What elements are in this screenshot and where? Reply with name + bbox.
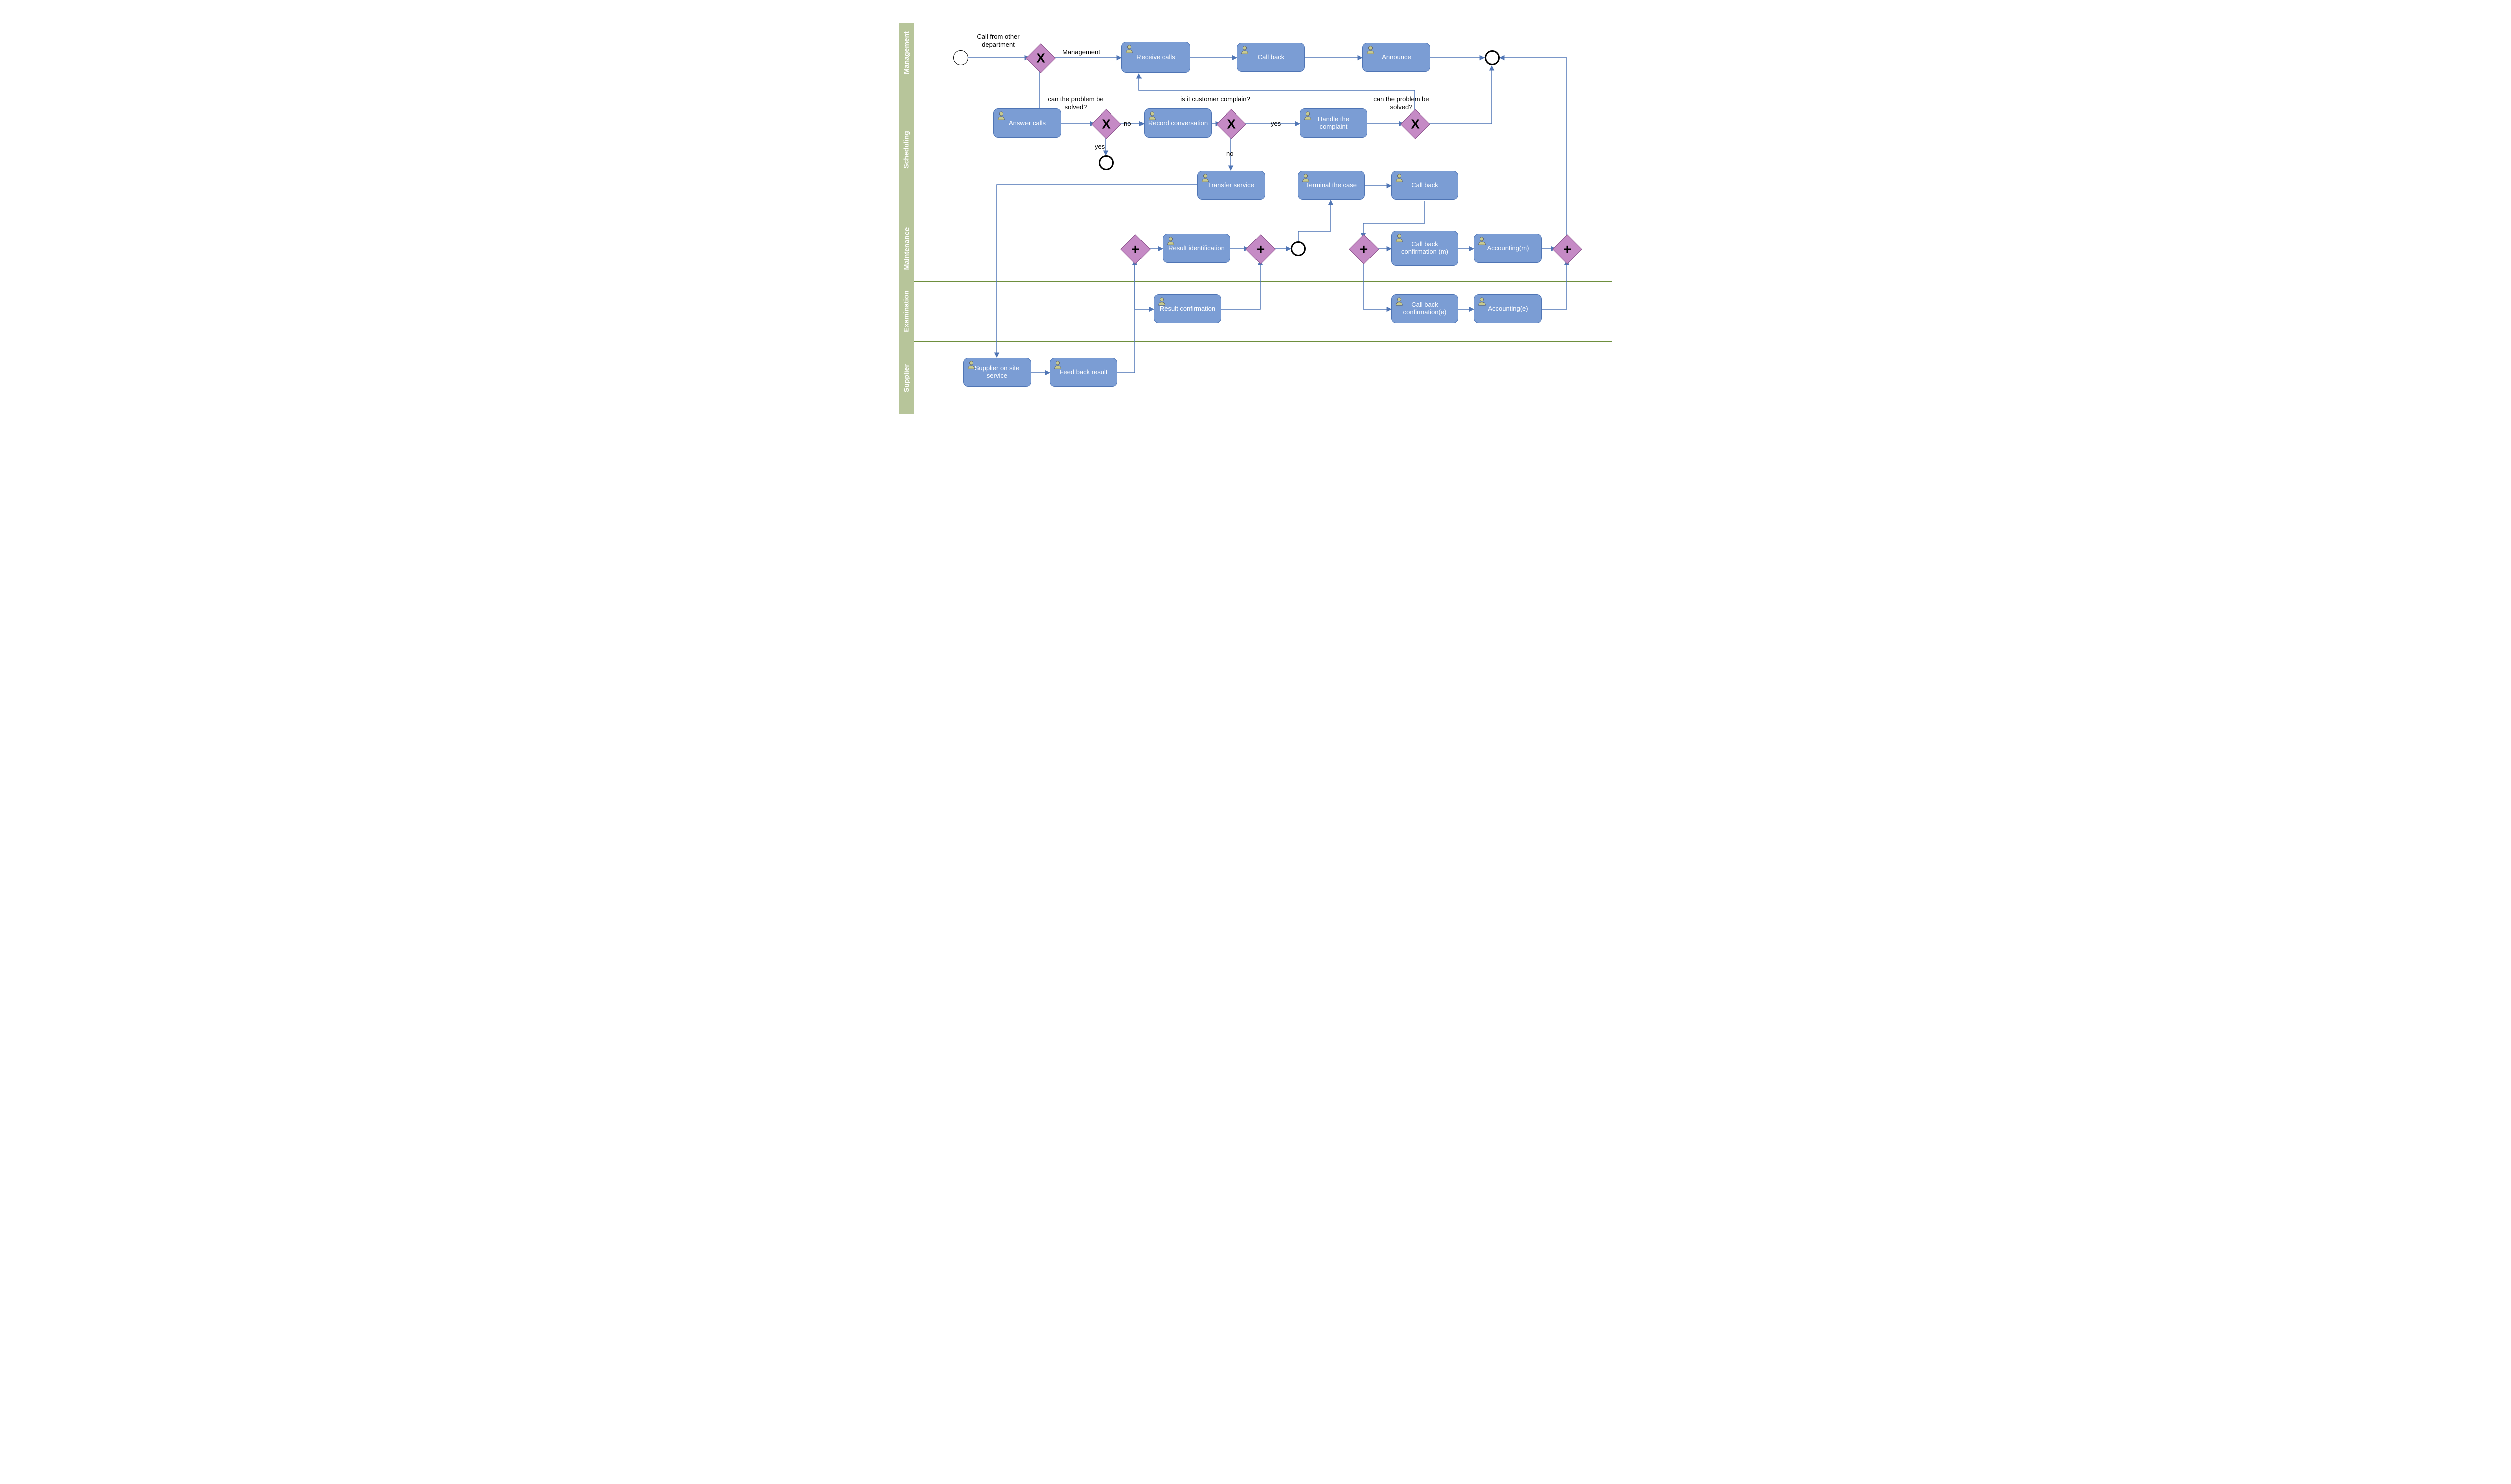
edge-label: Call from other department (968, 33, 1029, 48)
end-event (1485, 50, 1500, 65)
task-handle-complaint: Handle the complaint (1300, 108, 1367, 138)
task-call-back: Call back (1237, 43, 1305, 72)
task-label: Result confirmation (1160, 305, 1215, 313)
edge-label: no (1226, 150, 1233, 158)
task-result-id: Result identification (1163, 234, 1230, 263)
task-label: Call back (1411, 182, 1438, 189)
edge-label: Management (1062, 48, 1100, 56)
task-answer-calls: Answer calls (993, 108, 1061, 138)
task-label: Record conversation (1148, 120, 1208, 127)
task-feedback: Feed back result (1050, 358, 1117, 387)
task-label: Feed back result (1059, 369, 1107, 376)
task-cbconf-m: Call back confirmation (m) (1391, 231, 1458, 266)
task-terminal-case: Terminal the case (1298, 171, 1365, 200)
task-call-back-2: Call back (1391, 171, 1458, 200)
edge-label: yes (1095, 143, 1105, 151)
edge-label: no (1124, 120, 1131, 128)
task-label: Terminal the case (1306, 182, 1357, 189)
task-transfer-service: Transfer service (1197, 171, 1265, 200)
task-label: Transfer service (1208, 182, 1254, 189)
task-receive-calls: Receive calls (1121, 42, 1190, 73)
task-supplier: Supplier on site service (963, 358, 1031, 387)
gateway-question: can the problem be solved? (1046, 95, 1106, 111)
task-label: Supplier on site service (967, 365, 1028, 380)
task-label: Answer calls (1009, 120, 1046, 127)
task-label: Accounting(m) (1487, 245, 1529, 252)
task-label: Announce (1382, 54, 1411, 61)
task-label: Call back confirmation(e) (1395, 301, 1455, 316)
task-acct-m: Accounting(m) (1474, 234, 1542, 263)
gateway-question: is it customer complain? (1178, 95, 1253, 103)
edge-label: yes (1271, 120, 1281, 128)
task-cbconf-e: Call back confirmation(e) (1391, 294, 1458, 323)
task-label: Handle the complaint (1303, 116, 1364, 131)
task-label: Call back (1258, 54, 1284, 61)
end-event (1099, 155, 1114, 170)
gateway-question: can the problem be solved? (1371, 95, 1431, 111)
task-acct-e: Accounting(e) (1474, 294, 1542, 323)
start-event (953, 50, 968, 65)
task-label: Receive calls (1136, 54, 1175, 61)
task-label: Accounting(e) (1488, 305, 1528, 313)
task-announce: Announce (1362, 43, 1430, 72)
task-label: Result identification (1168, 245, 1225, 252)
task-label: Call back confirmation (m) (1395, 241, 1455, 256)
task-record-conversation: Record conversation (1144, 108, 1212, 138)
task-result-conf: Result confirmation (1154, 294, 1221, 323)
end-event (1291, 241, 1306, 256)
